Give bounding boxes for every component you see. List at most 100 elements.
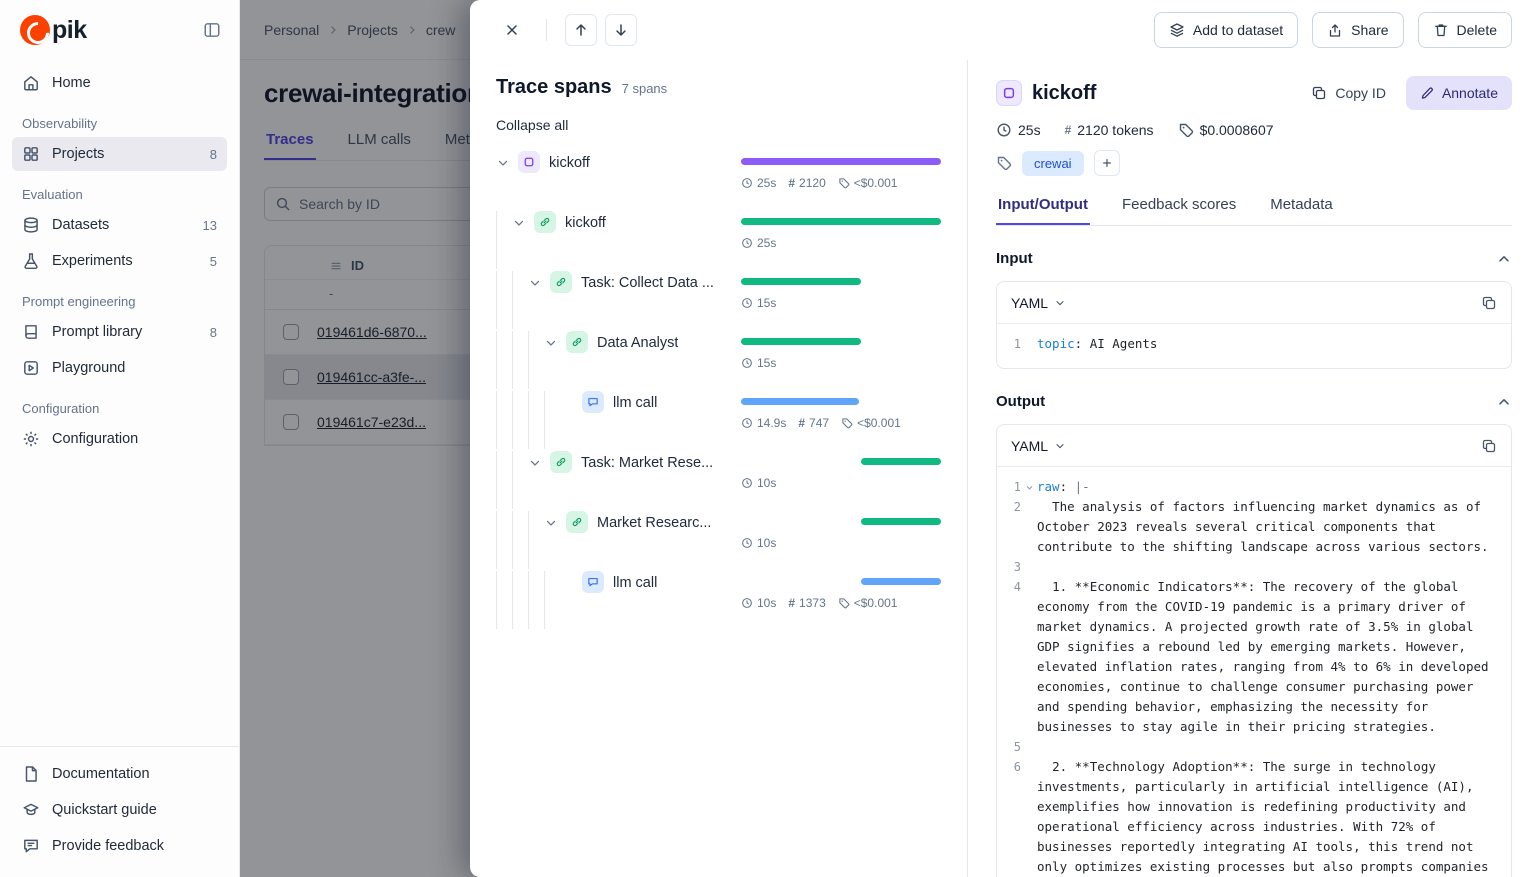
span-cost: <$0.001 <box>841 416 901 430</box>
tab-metadata[interactable]: Metadata <box>1268 196 1335 225</box>
span-label: kickoff <box>565 211 606 235</box>
add-to-dataset-button[interactable]: Add to dataset <box>1154 12 1298 48</box>
span-row[interactable]: kickoff 25s #2120 <$0.001 <box>496 149 941 209</box>
copy-id-button[interactable]: Copy ID <box>1301 79 1396 107</box>
sidebar-item-documentation[interactable]: Documentation <box>12 757 227 791</box>
chevron-up-icon <box>1496 251 1512 267</box>
dataset-icon <box>1169 22 1185 38</box>
sidebar-item-badge: 8 <box>210 147 217 162</box>
spans-panel-title: Trace spans <box>496 76 612 99</box>
span-cost: <$0.001 <box>838 176 898 190</box>
span-duration: 14.9s <box>741 416 786 430</box>
format-select[interactable]: YAML <box>1011 295 1066 311</box>
span-row[interactable]: Data Analyst 15s <box>496 329 941 389</box>
experiments-icon <box>22 252 40 270</box>
link-icon <box>550 451 572 473</box>
tag-crewai[interactable]: crewai <box>1022 151 1084 176</box>
span-row[interactable]: Market Researc... 10s <box>496 509 941 569</box>
share-button[interactable]: Share <box>1312 12 1403 48</box>
chevron-down-icon <box>1054 440 1066 452</box>
add-tag-button[interactable] <box>1094 150 1120 176</box>
span-row[interactable]: kickoff 25s <box>496 209 941 269</box>
link-icon <box>550 271 572 293</box>
chat-icon <box>582 571 604 593</box>
copy-icon[interactable] <box>1481 438 1497 454</box>
sidebar-item-badge: 8 <box>210 325 217 340</box>
copy-icon[interactable] <box>1481 295 1497 311</box>
sidebar-nav: Home Observability Projects 8 Evaluation… <box>0 60 239 456</box>
tab-input-output[interactable]: Input/Output <box>996 196 1090 225</box>
span-label: llm call <box>613 571 657 595</box>
span-tokens: #2120 <box>788 176 825 190</box>
chevron-down-icon[interactable] <box>528 451 550 475</box>
span-duration-bar <box>741 569 941 593</box>
sidebar-item-configuration[interactable]: Configuration <box>12 422 227 456</box>
trace-duration: 25s <box>996 122 1041 138</box>
hash-icon: # <box>788 596 795 610</box>
span-label: llm call <box>613 391 657 415</box>
span-duration: 15s <box>741 296 776 310</box>
sidebar-item-playground[interactable]: Playground <box>12 351 227 385</box>
chevron-up-icon <box>1496 394 1512 410</box>
trace-stats: 25s # 2120 tokens $0.0008607 <box>996 122 1512 138</box>
trace-tokens: # 2120 tokens <box>1065 122 1154 138</box>
sidebar-item-datasets[interactable]: Datasets 13 <box>12 208 227 242</box>
spans-tree: kickoff 25s #2120 <$0.001 <box>496 149 941 629</box>
chevron-down-icon[interactable] <box>496 151 518 175</box>
format-label: YAML <box>1011 295 1048 311</box>
collapse-all-button[interactable]: Collapse all <box>496 117 568 133</box>
chevron-down-icon[interactable] <box>544 331 566 355</box>
sidebar-item-badge: 13 <box>203 218 217 233</box>
span-row[interactable]: Task: Market Rese... 10s <box>496 449 941 509</box>
opik-logo[interactable]: pik <box>20 15 87 45</box>
delete-button[interactable]: Delete <box>1418 12 1512 48</box>
span-duration: 10s <box>741 596 776 610</box>
span-row[interactable]: Task: Collect Data ... 15s <box>496 269 941 329</box>
span-row[interactable]: llm call 14.9s #747 <$0.001 <box>496 389 941 449</box>
fold-chevron-icon[interactable] <box>1021 477 1037 497</box>
span-label: kickoff <box>549 151 590 175</box>
span-duration: 10s <box>741 536 776 550</box>
tag-icon <box>996 155 1012 171</box>
output-section-toggle[interactable]: Output <box>996 393 1512 410</box>
span-duration-bar <box>741 209 941 233</box>
opik-logo-text: pik <box>52 16 87 45</box>
span-tokens: #747 <box>798 416 829 430</box>
sidebar-item-home[interactable]: Home <box>12 66 227 100</box>
share-label: Share <box>1351 22 1388 38</box>
next-trace-button[interactable] <box>605 14 637 46</box>
input-section-toggle[interactable]: Input <box>996 250 1512 267</box>
span-detail-panel: kickoff Copy ID Annotate 25s <box>968 60 1538 877</box>
previous-trace-button[interactable] <box>565 14 597 46</box>
span-duration-bar <box>741 509 941 533</box>
annotate-button[interactable]: Annotate <box>1406 76 1512 110</box>
output-section-title: Output <box>996 393 1045 410</box>
pencil-icon <box>1420 86 1434 100</box>
format-select[interactable]: YAML <box>1011 438 1066 454</box>
tab-feedback-scores[interactable]: Feedback scores <box>1120 196 1238 225</box>
chevron-down-icon[interactable] <box>512 211 534 235</box>
span-label: Task: Collect Data ... <box>581 271 714 295</box>
sidebar-item-label: Quickstart guide <box>52 802 157 818</box>
sidebar-item-label: Experiments <box>52 253 133 269</box>
input-section: Input YAML 1 topic: AI Agents <box>996 250 1512 369</box>
sidebar-section-prompt-engineering: Prompt engineering <box>22 294 217 309</box>
input-code-card: YAML 1 topic: AI Agents <box>996 281 1512 369</box>
trace-icon <box>996 80 1022 106</box>
span-row[interactable]: llm call 10s #1373 <$0.001 <box>496 569 941 629</box>
hash-icon: # <box>798 416 805 430</box>
format-label: YAML <box>1011 438 1048 454</box>
sidebar-item-provide-feedback[interactable]: Provide feedback <box>12 829 227 863</box>
chevron-down-icon[interactable] <box>544 511 566 535</box>
sidebar-item-experiments[interactable]: Experiments 5 <box>12 244 227 278</box>
sidebar-item-projects[interactable]: Projects 8 <box>12 137 227 171</box>
chevron-down-icon[interactable] <box>528 271 550 295</box>
modal-toolbar: Add to dataset Share Delete <box>470 0 1538 60</box>
span-duration: 15s <box>741 356 776 370</box>
sidebar-item-prompt-library[interactable]: Prompt library 8 <box>12 315 227 349</box>
copy-icon <box>1311 85 1327 101</box>
sidebar-item-quickstart-guide[interactable]: Quickstart guide <box>12 793 227 827</box>
sidebar-collapse-icon[interactable] <box>203 21 221 39</box>
add-to-dataset-label: Add to dataset <box>1193 22 1283 38</box>
close-button[interactable] <box>496 14 528 46</box>
